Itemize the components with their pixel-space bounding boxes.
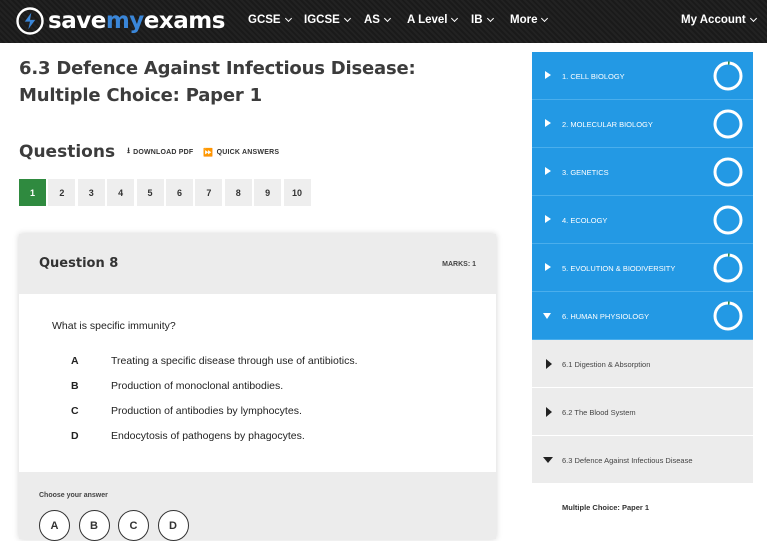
question-body: What is specific immunity? A Treating a s… (19, 294, 496, 472)
topic-genetics[interactable]: 3. GENETICS (532, 148, 753, 196)
nav-as[interactable]: AS (364, 14, 392, 26)
progress-ring-track (713, 301, 743, 331)
caret-right-icon (545, 263, 551, 271)
progress-ring-track (713, 109, 743, 139)
nav-more[interactable]: More (510, 14, 549, 26)
lightning-bolt-icon (16, 7, 44, 35)
download-pdf-link[interactable]: ⭳ DOWNLOAD PDF (127, 145, 193, 159)
progress-ring-track (713, 157, 743, 187)
question-card: Question 8 MARKS: 1 What is specific imm… (19, 234, 496, 541)
site-logo[interactable]: savemyexams (16, 6, 225, 36)
option-c: C Production of antibodies by lymphocytes… (71, 405, 302, 417)
page-button-10[interactable]: 10 (283, 179, 311, 206)
progress-ring-icon (713, 253, 743, 283)
answer-button-d[interactable]: D (157, 510, 189, 541)
nav-my-account[interactable]: My Account (681, 14, 757, 26)
top-navigation-bar: savemyexams GCSE IGCSE AS A Level IB Mor… (0, 0, 767, 43)
topic-sidebar: 1. CELL BIOLOGY 2. MOLECULAR BIOLOGY 3. … (532, 52, 753, 530)
chevron-down-icon (749, 14, 757, 23)
answer-buttons: A B C D (39, 510, 197, 541)
nav-a-level[interactable]: A Level (407, 14, 459, 26)
answer-button-b[interactable]: B (78, 510, 110, 541)
caret-right-icon (545, 71, 551, 79)
topic-cell-biology[interactable]: 1. CELL BIOLOGY (532, 52, 753, 100)
progress-ring-icon (713, 205, 743, 235)
page-button-9[interactable]: 9 (254, 179, 282, 206)
caret-down-icon (543, 313, 551, 319)
page-button-3[interactable]: 3 (77, 179, 105, 206)
marks-label: MARKS: 1 (442, 261, 476, 268)
topic-molecular-biology[interactable]: 2. MOLECULAR BIOLOGY (532, 100, 753, 148)
quick-answers-link[interactable]: ⏩ QUICK ANSWERS (203, 148, 279, 157)
subtopic-defence-infectious-disease[interactable]: 6.3 Defence Against Infectious Disease (532, 436, 753, 484)
answer-button-c[interactable]: C (118, 510, 149, 541)
chevron-down-icon (343, 14, 351, 23)
topic-evolution-biodiversity[interactable]: 5. EVOLUTION & BIODIVERSITY (532, 244, 753, 292)
nav-igcse[interactable]: IGCSE (304, 14, 351, 26)
chevron-down-icon (284, 14, 292, 23)
page-button-2[interactable]: 2 (48, 179, 76, 206)
topic-ecology[interactable]: 4. ECOLOGY (532, 196, 753, 244)
subtopic-child-multiple-choice-paper-1[interactable]: Multiple Choice: Paper 1 (532, 484, 753, 530)
progress-ring-icon (713, 157, 743, 187)
page-button-1[interactable]: 1 (19, 179, 46, 206)
caret-down-icon (543, 457, 553, 463)
answer-button-a[interactable]: A (39, 510, 70, 541)
chevron-down-icon (451, 14, 459, 23)
page-title: 6.3 Defence Against Infectious Disease: … (19, 58, 416, 106)
question-pager: 1 2 3 4 5 6 7 8 9 10 (19, 179, 313, 206)
question-heading: Question 8 (39, 256, 119, 271)
nav-gcse[interactable]: GCSE (248, 14, 292, 26)
progress-ring-track (713, 205, 743, 235)
caret-right-icon (545, 119, 551, 127)
subtopic-digestion-absorption[interactable]: 6.1 Digestion & Absorption (532, 340, 753, 388)
questions-header: Questions ⭳ DOWNLOAD PDF ⏩ QUICK ANSWERS (19, 142, 279, 162)
progress-ring-icon (713, 61, 743, 91)
page-button-4[interactable]: 4 (107, 179, 135, 206)
logo-wordmark: savemyexams (48, 8, 225, 34)
chevron-down-icon (541, 14, 549, 23)
caret-right-icon (546, 359, 552, 369)
option-d: D Endocytosis of pathogens by phagocytes. (71, 430, 305, 442)
chevron-down-icon (383, 14, 392, 23)
choose-answer-label: Choose your answer (39, 492, 108, 499)
progress-ring-icon (713, 301, 743, 331)
nav-ib[interactable]: IB (471, 14, 494, 26)
fast-forward-icon: ⏩ (203, 147, 214, 157)
chevron-down-icon (486, 14, 494, 23)
caret-right-icon (545, 167, 551, 175)
download-icon: ⭳ (127, 146, 131, 155)
option-a: A Treating a specific disease through use… (71, 355, 358, 367)
page-button-7[interactable]: 7 (195, 179, 223, 206)
progress-ring-icon (713, 109, 743, 139)
page-button-5[interactable]: 5 (136, 179, 164, 206)
progress-ring-track (713, 61, 743, 91)
page-button-8[interactable]: 8 (224, 179, 252, 206)
progress-ring-track (713, 253, 743, 283)
option-b: B Production of monoclonal antibodies. (71, 380, 284, 392)
caret-right-icon (546, 407, 552, 417)
caret-right-icon (545, 215, 551, 223)
page-button-6[interactable]: 6 (165, 179, 193, 206)
subtopic-blood-system[interactable]: 6.2 The Blood System (532, 388, 753, 436)
question-text: What is specific immunity? (52, 320, 176, 332)
questions-heading: Questions (19, 142, 116, 162)
topic-human-physiology[interactable]: 6. HUMAN PHYSIOLOGY (532, 292, 753, 340)
